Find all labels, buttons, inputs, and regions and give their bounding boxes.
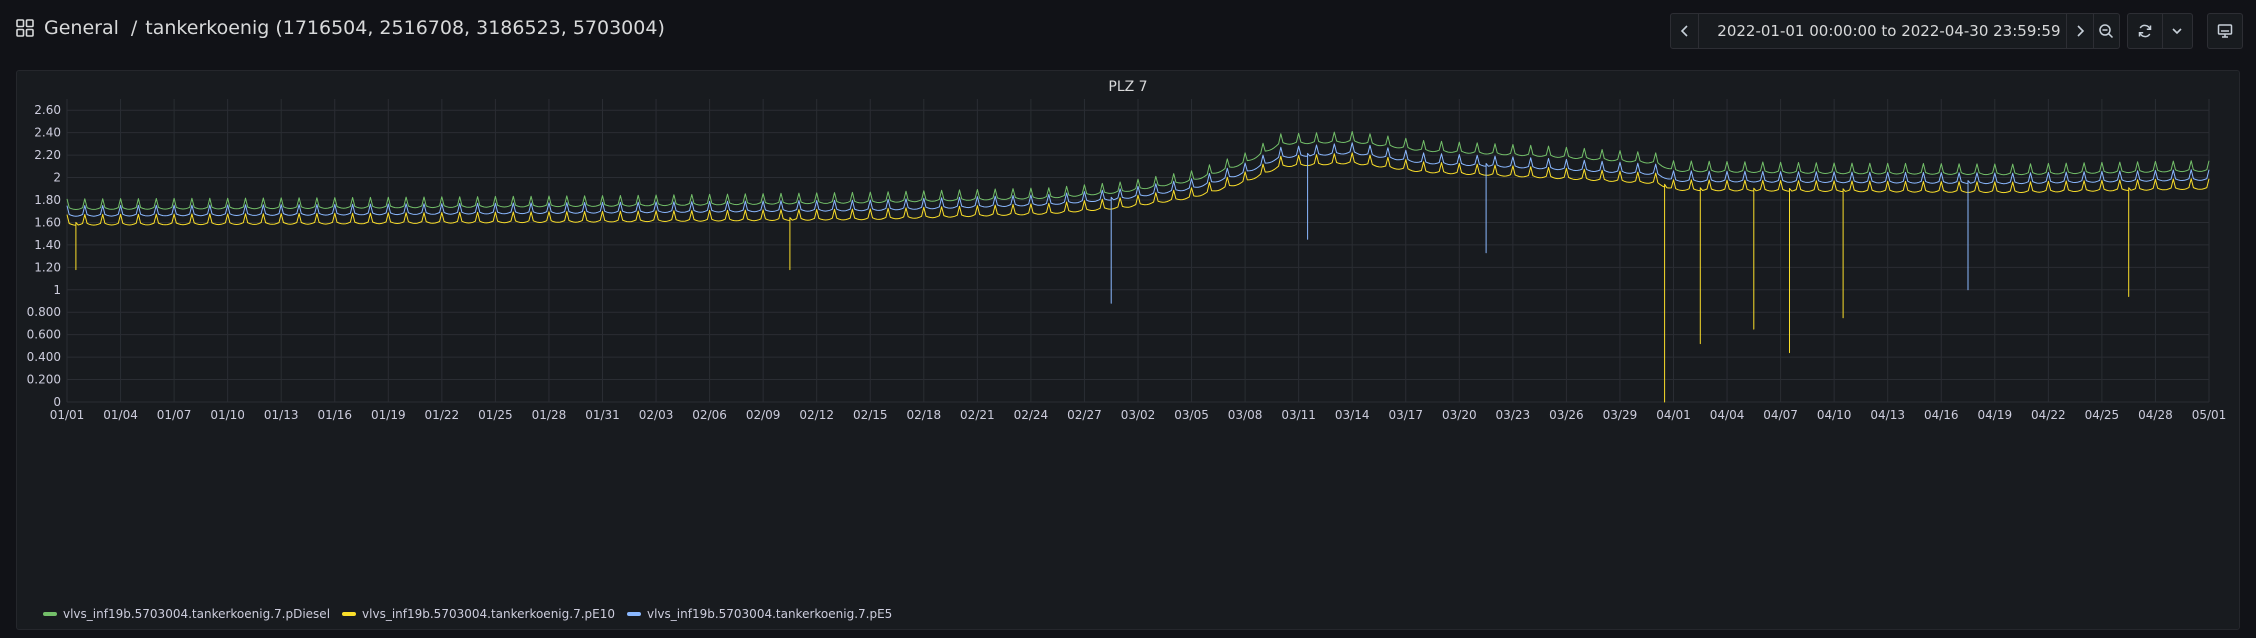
- legend-label: vlvs_inf19b.5703004.tankerkoenig.7.pDies…: [63, 607, 331, 621]
- dashboard-navbar: General / tankerkoenig (1716504, 2516708…: [0, 0, 2256, 62]
- legend-item-diesel[interactable]: vlvs_inf19b.5703004.tankerkoenig.7.pDies…: [43, 607, 330, 621]
- x-tick-label: 01/04: [103, 408, 138, 422]
- x-tick-label: 03/23: [1496, 408, 1531, 422]
- chevron-left-icon: [1680, 25, 1688, 37]
- y-tick-label: 1.20: [34, 260, 61, 274]
- x-tick-label: 01/13: [264, 408, 299, 422]
- x-tick-label: 03/02: [1121, 408, 1156, 422]
- x-tick-label: 04/07: [1763, 408, 1798, 422]
- x-tick-label: 03/14: [1335, 408, 1370, 422]
- y-tick-label: 2.40: [34, 126, 61, 140]
- x-tick-label: 04/19: [1978, 408, 2013, 422]
- x-tick-label: 02/15: [853, 408, 888, 422]
- grid-icon[interactable]: [16, 19, 34, 37]
- chevron-right-icon: [2077, 25, 2085, 37]
- x-tick-label: 01/28: [532, 408, 567, 422]
- x-tick-label: 04/28: [2138, 408, 2173, 422]
- y-tick-label: 1.60: [34, 215, 61, 229]
- x-tick-label: 03/29: [1603, 408, 1638, 422]
- y-tick-label: 0.600: [27, 328, 61, 342]
- legend-label: vlvs_inf19b.5703004.tankerkoenig.7.pE5: [646, 607, 893, 621]
- time-range-text: 2022-01-01 00:00:00 to 2022-04-30 23:59:…: [1717, 22, 2061, 40]
- y-tick-label: 0.200: [27, 373, 61, 387]
- x-tick-label: 04/22: [2031, 408, 2066, 422]
- breadcrumb: General / tankerkoenig (1716504, 2516708…: [16, 17, 665, 39]
- x-tick-label: 02/18: [907, 408, 942, 422]
- price-line-chart[interactable]: 0 0.200 0.400 0.600 0.800 1 1.20 1.40 1.60 1.80 2 2…: [17, 71, 2239, 629]
- x-tick-label: 01/31: [585, 408, 620, 422]
- monitor-icon: [2217, 24, 2233, 38]
- x-tick-label: 04/01: [1656, 408, 1691, 422]
- x-tick-label: 04/04: [1710, 408, 1745, 422]
- y-tick-label: 0.400: [27, 350, 61, 364]
- x-tick-label: 02/21: [960, 408, 995, 422]
- x-tick-label: 01/16: [317, 408, 352, 422]
- tv-mode-button[interactable]: [2208, 14, 2242, 48]
- chevron-down-icon: [2172, 28, 2182, 35]
- time-range-picker[interactable]: 2022-01-01 00:00:00 to 2022-04-30 23:59:…: [1699, 14, 2068, 48]
- time-picker-group: 2022-01-01 00:00:00 to 2022-04-30 23:59:…: [1670, 13, 2120, 49]
- x-tick-label: 02/27: [1067, 408, 1102, 422]
- x-tick-label: 02/03: [639, 408, 674, 422]
- x-tick-label: 03/26: [1549, 408, 1584, 422]
- x-tick-label: 01/10: [210, 408, 245, 422]
- chart-legend: vlvs_inf19b.5703004.tankerkoenig.7.pDies…: [43, 607, 904, 621]
- y-tick-label: 2.60: [34, 103, 61, 117]
- x-tick-label: 01/19: [371, 408, 406, 422]
- x-tick-label: 01/07: [157, 408, 192, 422]
- x-tick-label: 01/22: [425, 408, 460, 422]
- zoom-out-button[interactable]: [2094, 14, 2119, 48]
- x-tick-label: 03/17: [1388, 408, 1423, 422]
- x-tick-label: 03/08: [1228, 408, 1263, 422]
- x-tick-label: 01/25: [478, 408, 513, 422]
- legend-swatch-e10: [342, 612, 357, 616]
- legend-swatch-diesel: [43, 612, 57, 616]
- tv-mode-group: [2207, 13, 2243, 49]
- legend-swatch-e5: [626, 612, 641, 616]
- x-tick-label: 04/13: [1870, 408, 1905, 422]
- chart-panel: PLZ 7 0 0.200 0.400 0.600 0.800 1 1.20 1.40 1.60…: [16, 70, 2240, 630]
- y-tick-label: 1.80: [34, 193, 61, 207]
- y-tick-label: 0.800: [27, 305, 61, 319]
- zoom-out-icon: [2099, 24, 2114, 39]
- y-tick-label: 1: [53, 283, 61, 297]
- refresh-button[interactable]: [2128, 14, 2163, 48]
- refresh-group: [2127, 13, 2193, 49]
- x-tick-label: 03/20: [1442, 408, 1477, 422]
- y-tick-label: 2: [53, 171, 61, 185]
- x-tick-label: 02/09: [746, 408, 781, 422]
- x-tick-label: 02/06: [692, 408, 727, 422]
- y-tick-label: 1.40: [34, 238, 61, 252]
- x-tick-label: 02/12: [799, 408, 834, 422]
- breadcrumb-separator: /: [130, 17, 138, 39]
- x-tick-label: 04/10: [1817, 408, 1852, 422]
- legend-item-e5[interactable]: vlvs_inf19b.5703004.tankerkoenig.7.pE5: [626, 607, 893, 621]
- legend-item-e10[interactable]: vlvs_inf19b.5703004.tankerkoenig.7.pE10: [342, 607, 615, 621]
- time-forward-button[interactable]: [2067, 14, 2094, 48]
- breadcrumb-folder[interactable]: General: [44, 17, 119, 39]
- refresh-icon: [2138, 24, 2152, 38]
- x-tick-label: 04/25: [2085, 408, 2120, 422]
- x-tick-label: 01/01: [50, 408, 85, 422]
- y-tick-label: 2.20: [34, 148, 61, 162]
- legend-label: vlvs_inf19b.5703004.tankerkoenig.7.pE10: [362, 607, 615, 621]
- x-tick-label: 03/05: [1174, 408, 1209, 422]
- x-tick-label: 05/01: [2192, 408, 2227, 422]
- refresh-interval-button[interactable]: [2163, 14, 2191, 48]
- y-tick-label: 0: [53, 395, 61, 409]
- x-tick-label: 03/11: [1281, 408, 1316, 422]
- x-tick-label: 04/16: [1924, 408, 1959, 422]
- x-tick-label: 02/24: [1014, 408, 1049, 422]
- time-back-button[interactable]: [1671, 14, 1700, 48]
- dashboard-title[interactable]: tankerkoenig (1716504, 2516708, 3186523,…: [145, 17, 665, 39]
